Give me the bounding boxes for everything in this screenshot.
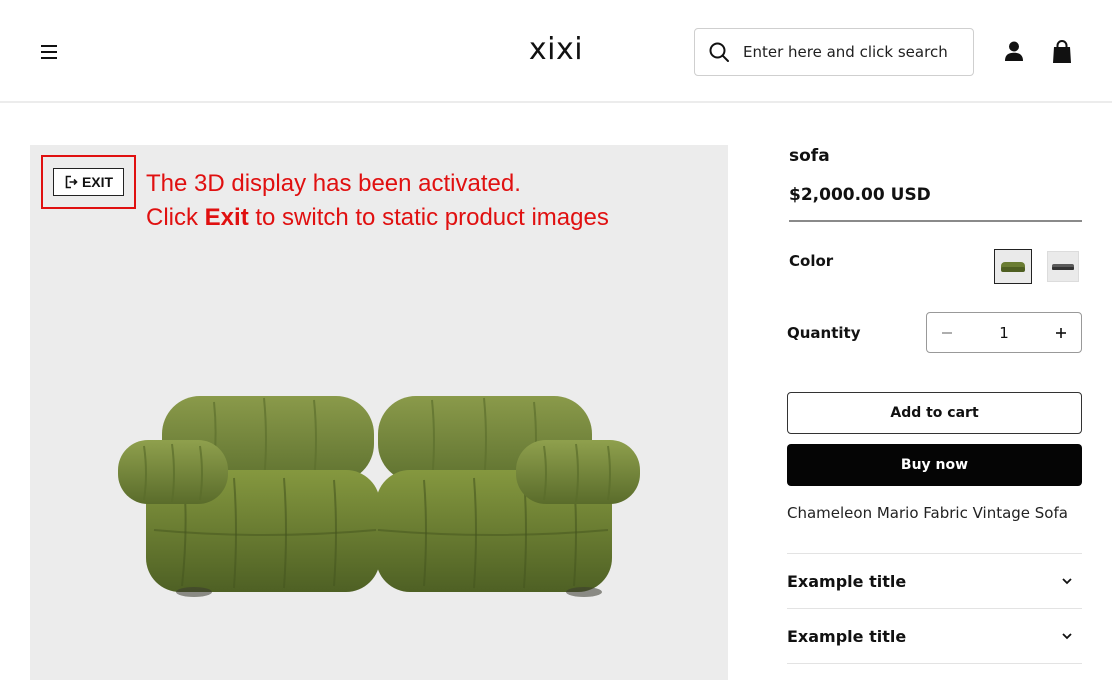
chevron-down-icon	[1060, 574, 1074, 588]
chevron-down-icon	[1060, 629, 1074, 643]
3d-notice: The 3D display has been activated. Click…	[146, 167, 609, 235]
search-box[interactable]	[694, 28, 974, 76]
shopping-bag-icon[interactable]	[1051, 39, 1073, 65]
quantity-input[interactable]	[974, 323, 1034, 342]
site-logo[interactable]: xixi	[529, 32, 583, 67]
accordion-item[interactable]: Example title	[787, 554, 1082, 609]
color-swatch-green[interactable]	[994, 249, 1032, 284]
minus-icon	[942, 331, 952, 334]
plus-icon	[1056, 327, 1066, 338]
site-header: xixi	[0, 0, 1112, 103]
hamburger-menu-icon[interactable]	[38, 40, 62, 64]
account-icon[interactable]	[1003, 40, 1025, 64]
search-input[interactable]	[743, 43, 968, 61]
product-price: $2,000.00 USD	[789, 185, 931, 205]
quantity-stepper	[926, 312, 1082, 353]
accordion-item[interactable]: Example title	[787, 609, 1082, 664]
exit-3d-button[interactable]: EXIT	[53, 168, 124, 196]
add-to-cart-button[interactable]: Add to cart	[787, 392, 1082, 434]
color-label: Color	[789, 252, 834, 270]
accordion-title: Example title	[787, 571, 907, 591]
notice-line-1: The 3D display has been activated.	[146, 170, 521, 197]
product-description: Chameleon Mario Fabric Vintage Sofa	[787, 504, 1068, 522]
accordion-title: Example title	[787, 626, 907, 646]
color-swatch-gray[interactable]	[1047, 251, 1079, 282]
product-3d-viewer[interactable]: EXIT The 3D display has been activated. …	[30, 145, 728, 680]
quantity-decrease-button[interactable]	[927, 313, 967, 352]
notice-line-2: Click Exit to switch to static product i…	[146, 204, 609, 231]
exit-icon	[65, 175, 78, 189]
sofa-3d-model[interactable]	[114, 390, 644, 600]
quantity-label: Quantity	[787, 324, 861, 342]
exit-label: EXIT	[81, 174, 114, 190]
price-divider	[789, 220, 1082, 222]
product-title: sofa	[789, 146, 830, 166]
buy-now-button[interactable]: Buy now	[787, 444, 1082, 486]
quantity-increase-button[interactable]	[1041, 313, 1081, 352]
search-icon[interactable]	[708, 41, 730, 63]
notice-exit-word: Exit	[204, 204, 249, 231]
